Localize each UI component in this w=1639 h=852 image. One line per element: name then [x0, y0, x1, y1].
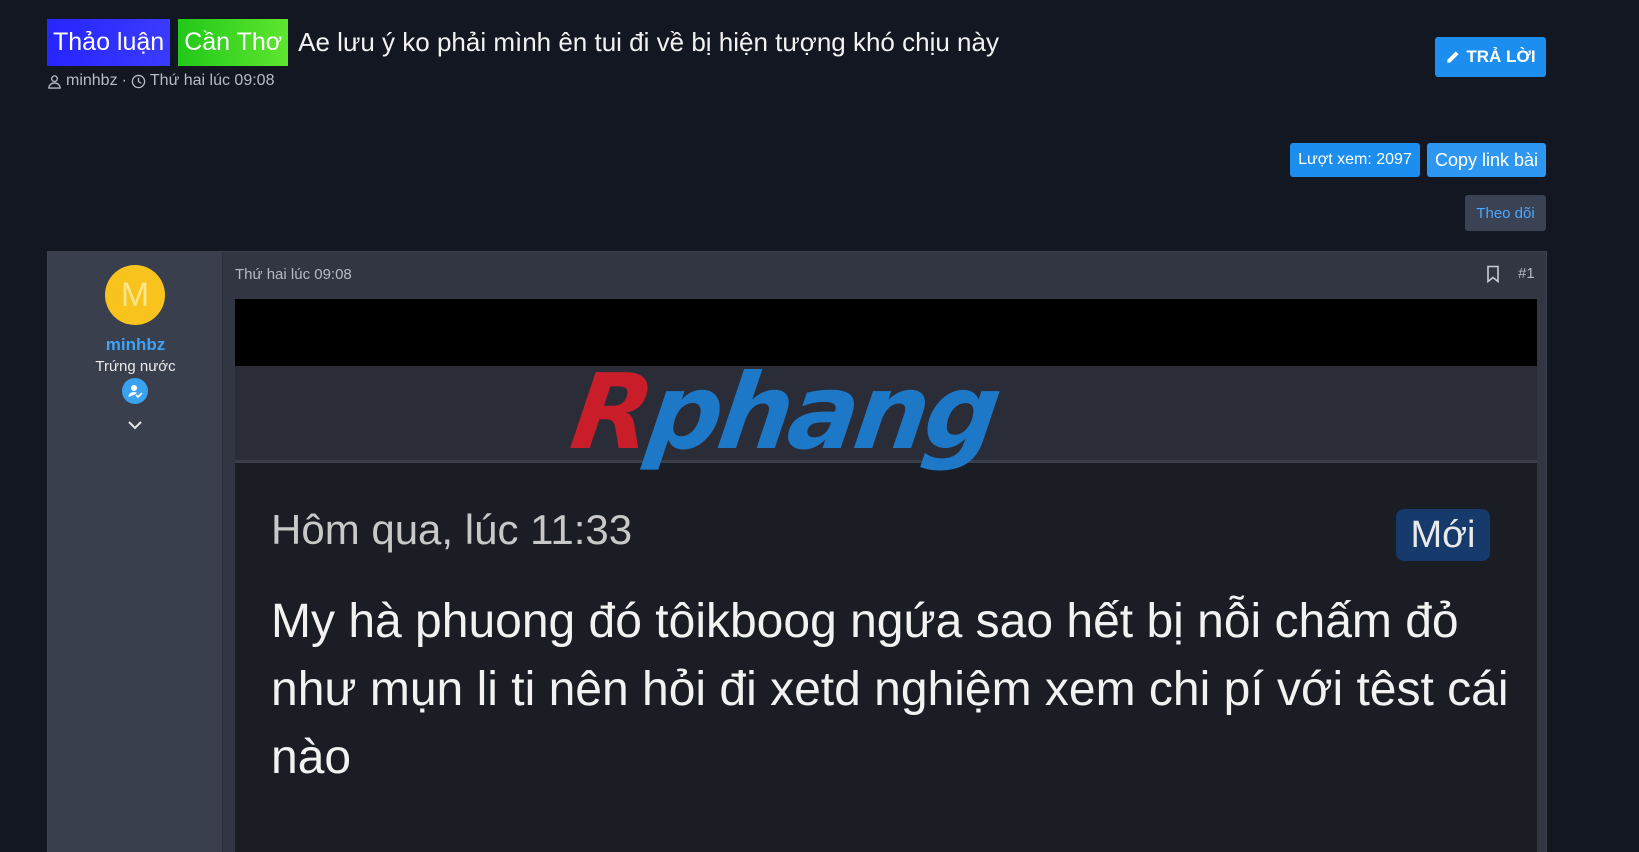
thread-title: Ae lưu ý ko phải mình ên tui đi về bị hi… [298, 27, 999, 57]
user-icon [48, 74, 61, 89]
reply-button[interactable]: TRẢ LỜI [1435, 37, 1546, 77]
views-count-button[interactable]: Lượt xem: 2097 [1290, 143, 1420, 177]
post-user-title: Trứng nước [95, 358, 176, 375]
prefix-discussion[interactable]: Thảo luận [47, 19, 171, 66]
screenshot-new-badge: Mới [1396, 509, 1490, 561]
bookmark-icon[interactable] [1485, 265, 1501, 283]
copy-link-button[interactable]: Copy link bài [1427, 143, 1546, 177]
post-number[interactable]: #1 [1518, 265, 1535, 282]
meta-separator: · [121, 72, 127, 89]
thread-author[interactable]: minhbz [66, 72, 118, 90]
post-attachment-image[interactable]: Rphang Hôm qua, lúc 11:33 Mới My hà phuo… [235, 299, 1537, 852]
chevron-down-icon[interactable] [126, 416, 144, 434]
thread-header: Thảo luận Cần Thơ Ae lưu ý ko phải mình … [47, 19, 1547, 90]
user-badge[interactable] [122, 378, 148, 404]
screenshot-time: Hôm qua, lúc 11:33 [271, 506, 633, 553]
post-date[interactable]: Thứ hai lúc 09:08 [235, 266, 352, 283]
prefix-location[interactable]: Cần Thơ [178, 19, 289, 66]
avatar[interactable]: M [105, 265, 165, 325]
post-user-column: M minhbz Trứng nước [48, 252, 223, 852]
pencil-icon [1447, 50, 1459, 63]
screenshot-body-text: My hà phuong đó tôikboog ngứa sao hết bị… [271, 595, 1509, 784]
rphang-logo: Rphang [564, 351, 1005, 473]
follow-button[interactable]: Theo dõi [1465, 195, 1546, 231]
clock-icon [131, 74, 146, 88]
thread-meta: minhbz · Thứ hai lúc 09:08 [47, 72, 1547, 90]
thread-date[interactable]: Thứ hai lúc 09:08 [150, 72, 275, 90]
user-check-icon [128, 385, 143, 399]
post-username[interactable]: minhbz [48, 335, 223, 355]
thread-title-row: Thảo luận Cần Thơ Ae lưu ý ko phải mình … [47, 19, 1547, 66]
reply-button-label: TRẢ LỜI [1466, 47, 1536, 66]
post: M minhbz Trứng nước Thứ hai lúc 09:08 #1… [47, 251, 1547, 852]
